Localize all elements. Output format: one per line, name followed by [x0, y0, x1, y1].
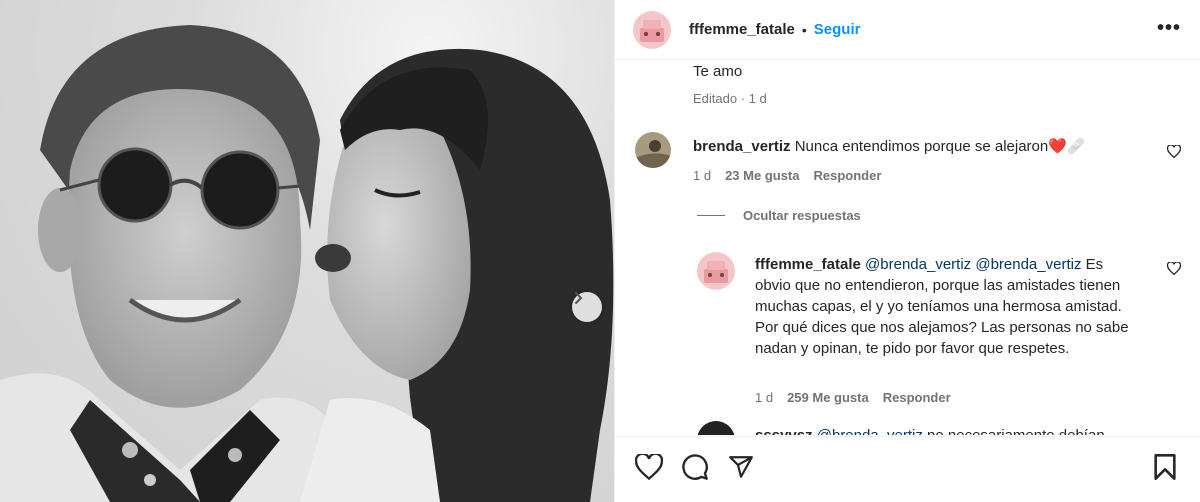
- replies-divider: [697, 215, 725, 216]
- comment-1-meta: 1 d 23 Me gusta Responder: [693, 168, 881, 183]
- avatar[interactable]: [697, 252, 735, 290]
- comment-1-emoji: ❤️🩹: [1048, 138, 1086, 155]
- more-icon[interactable]: •••: [1157, 18, 1181, 38]
- reply-1-mention-2[interactable]: @brenda_vertiz: [975, 256, 1081, 273]
- chevron-right-icon: [575, 292, 583, 304]
- action-bar: [615, 436, 1200, 502]
- comment-1-likes[interactable]: 23 Me gusta: [725, 168, 799, 183]
- hide-replies-label: Ocultar respuestas: [743, 208, 861, 223]
- like-comment-heart-icon[interactable]: [1167, 145, 1181, 158]
- reply-2-username[interactable]: sssyvsz: [755, 427, 813, 435]
- reply-1-time: 1 d: [755, 390, 774, 405]
- comment-1: brenda_vertiz Nunca entendimos porque se…: [693, 136, 1133, 157]
- next-photo-button[interactable]: [572, 292, 602, 322]
- comment-1-username[interactable]: brenda_vertiz: [693, 138, 791, 155]
- reply-1-meta: 1 d 259 Me gusta Responder: [755, 390, 951, 405]
- reply-2-mention[interactable]: @brenda_vertiz: [817, 427, 923, 435]
- reply-2: sssyvsz @brenda_vertiz no necesariamente…: [755, 425, 1155, 435]
- comment-icon[interactable]: [681, 453, 709, 481]
- save-icon[interactable]: [1153, 453, 1177, 481]
- avatar[interactable]: [697, 421, 735, 435]
- reply-1: fffemme_fatale @brenda_vertiz @brenda_ve…: [755, 254, 1135, 359]
- avatar[interactable]: [633, 10, 671, 49]
- share-icon[interactable]: [727, 454, 755, 480]
- reply-1-reply-button[interactable]: Responder: [883, 390, 951, 405]
- cake-avatar-icon: [633, 10, 671, 49]
- post-header: fffemme_fatale • Seguir •••: [615, 0, 1200, 60]
- like-reply-heart-icon[interactable]: [1167, 262, 1181, 275]
- photo-artwork: [0, 25, 614, 502]
- reply-1-likes[interactable]: 259 Me gusta: [787, 390, 869, 405]
- post-username[interactable]: fffemme_fatale: [689, 21, 795, 38]
- avatar[interactable]: [635, 132, 671, 168]
- post-photo[interactable]: [0, 0, 614, 502]
- hide-replies-button[interactable]: Ocultar respuestas: [743, 208, 861, 223]
- cake-avatar-icon: [697, 252, 735, 290]
- comment-1-text: Nunca entendimos porque se alejaron: [794, 138, 1049, 155]
- prev-comment-edited: Editado · 1 d: [693, 91, 767, 106]
- post-panel: fffemme_fatale • Seguir ••• Te amo Edita…: [614, 0, 1200, 502]
- comment-1-reply-button[interactable]: Responder: [814, 168, 882, 183]
- user-avatar-icon: [635, 132, 671, 168]
- follow-button[interactable]: Seguir: [814, 21, 861, 38]
- comments-list[interactable]: Te amo Editado · 1 d brenda_vertiz Nunca…: [615, 61, 1200, 435]
- prev-comment-text: Te amo: [693, 63, 743, 80]
- separator-dot: •: [801, 21, 807, 38]
- prev-comment-meta: Editado · 1 d: [693, 91, 767, 106]
- comment-1-time: 1 d: [693, 168, 712, 183]
- reply-1-mention-1[interactable]: @brenda_vertiz: [865, 256, 971, 273]
- reply-1-username[interactable]: fffemme_fatale: [755, 256, 861, 273]
- reply-2-text: no necesariamente debían: [927, 427, 1105, 435]
- heart-icon[interactable]: [635, 454, 663, 480]
